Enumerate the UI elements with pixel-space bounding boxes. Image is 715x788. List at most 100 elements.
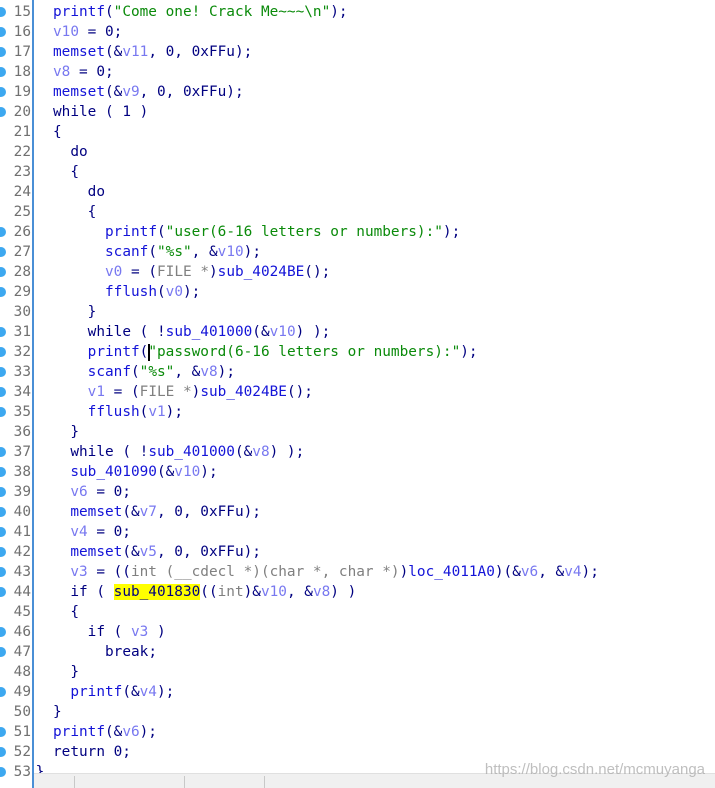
code-line[interactable]: 27 scanf("%s", &v10);: [0, 242, 715, 262]
variable[interactable]: v10: [218, 244, 244, 260]
code-line[interactable]: 23 {: [0, 162, 715, 182]
line-number: 47: [13, 644, 31, 660]
code-line[interactable]: 25 {: [0, 202, 715, 222]
code-line[interactable]: 44 if ( sub_401830((int)&v10, &v8) ): [0, 582, 715, 602]
variable[interactable]: v4: [70, 524, 87, 540]
variable[interactable]: v3: [70, 564, 87, 580]
code-line[interactable]: 47 break;: [0, 642, 715, 662]
function-name[interactable]: printf: [53, 4, 105, 20]
code-line[interactable]: 19 memset(&v9, 0, 0xFFu);: [0, 82, 715, 102]
function-name[interactable]: sub_401090: [70, 464, 157, 480]
code-line[interactable]: 31 while ( !sub_401000(&v10) );: [0, 322, 715, 342]
code-line[interactable]: 40 memset(&v7, 0, 0xFFu);: [0, 502, 715, 522]
function-name[interactable]: fflush: [105, 284, 157, 300]
function-name[interactable]: scanf: [88, 364, 131, 380]
code-text: );: [217, 364, 235, 380]
variable[interactable]: v0: [166, 284, 183, 300]
variable[interactable]: v10: [174, 464, 200, 480]
line-number: 36: [13, 424, 31, 440]
code-text: return 0;: [53, 742, 131, 762]
variable[interactable]: v10: [53, 24, 79, 40]
function-name[interactable]: printf: [70, 684, 122, 700]
code-text: ( !: [113, 444, 149, 460]
variable[interactable]: v10: [270, 324, 296, 340]
code-line[interactable]: 52 return 0;: [0, 742, 715, 762]
variable[interactable]: v8: [200, 364, 217, 380]
code-line[interactable]: 34 v1 = (FILE *)sub_4024BE();: [0, 382, 715, 402]
code-line[interactable]: 48}: [0, 662, 715, 682]
line-number: 34: [13, 384, 31, 400]
line-number: 45: [13, 604, 31, 620]
code-line[interactable]: 35 fflush(v1);: [0, 402, 715, 422]
variable[interactable]: v7: [140, 504, 157, 520]
code-line[interactable]: 17 memset(&v11, 0, 0xFFu);: [0, 42, 715, 62]
variable[interactable]: v8: [252, 444, 269, 460]
variable[interactable]: v11: [122, 44, 148, 60]
function-name[interactable]: sub_4024BE: [200, 384, 287, 400]
scrollbar-divider: [74, 776, 75, 788]
variable[interactable]: v3: [131, 624, 148, 640]
code-line[interactable]: 42 memset(&v5, 0, 0xFFu);: [0, 542, 715, 562]
keyword: while: [87, 324, 131, 340]
function-name[interactable]: loc_4011A0: [408, 564, 495, 580]
variable[interactable]: v0: [105, 264, 122, 280]
variable[interactable]: v4: [564, 564, 581, 580]
code-line[interactable]: 33 scanf("%s", &v8);: [0, 362, 715, 382]
code-line[interactable]: 18 v8 = 0;: [0, 62, 715, 82]
code-line[interactable]: 49 printf(&v4);: [0, 682, 715, 702]
code-line[interactable]: 30}: [0, 302, 715, 322]
code-line[interactable]: 26 printf("user(6-16 letters or numbers):…: [0, 222, 715, 242]
function-name[interactable]: memset: [70, 504, 122, 520]
function-name[interactable]: printf: [53, 724, 105, 740]
code-line[interactable]: 22 do: [0, 142, 715, 162]
code-line[interactable]: 15 printf("Come one! Crack Me~~~\n");: [0, 2, 715, 22]
code-line[interactable]: 50}: [0, 702, 715, 722]
variable[interactable]: v8: [313, 584, 330, 600]
code-line[interactable]: 21 {: [0, 122, 715, 142]
code-line[interactable]: 20 while ( 1 ): [0, 102, 715, 122]
code-text: {: [70, 602, 79, 622]
code-text: , 0, 0xFFu);: [148, 44, 253, 60]
function-name[interactable]: printf: [105, 224, 157, 240]
pseudocode-view[interactable]: 15 printf("Come one! Crack Me~~~\n"); 16 v1…: [0, 2, 715, 782]
code-line[interactable]: 16 v10 = 0;: [0, 22, 715, 42]
function-name[interactable]: sub_401000: [148, 444, 235, 460]
code-line[interactable]: 43 v3 = ((int (__cdecl *)(char *, char *)…: [0, 562, 715, 582]
variable[interactable]: v6: [122, 724, 139, 740]
variable[interactable]: v1: [88, 384, 105, 400]
code-line[interactable]: 39 v6 = 0;: [0, 482, 715, 502]
code-line[interactable]: 45 {: [0, 602, 715, 622]
line-number: 33: [13, 364, 31, 380]
function-name[interactable]: memset: [53, 44, 105, 60]
variable[interactable]: v8: [53, 64, 70, 80]
code-line[interactable]: 38 sub_401090(&v10);: [0, 462, 715, 482]
code-line[interactable]: 24 do: [0, 182, 715, 202]
code-text: printf(&v4);: [70, 682, 174, 702]
function-name[interactable]: sub_401000: [166, 324, 253, 340]
function-name[interactable]: sub_4024BE: [218, 264, 305, 280]
function-name[interactable]: memset: [70, 544, 122, 560]
code-line[interactable]: 37 while ( !sub_401000(&v8) );: [0, 442, 715, 462]
code-line[interactable]: 29 fflush(v0);: [0, 282, 715, 302]
function-name[interactable]: fflush: [88, 404, 140, 420]
code-line[interactable]: 36}: [0, 422, 715, 442]
function-name[interactable]: scanf: [105, 244, 148, 260]
variable[interactable]: v10: [261, 584, 287, 600]
function-name[interactable]: printf: [88, 344, 140, 360]
code-line[interactable]: 51 printf(&v6);: [0, 722, 715, 742]
variable[interactable]: v9: [122, 84, 139, 100]
variable[interactable]: v1: [148, 404, 165, 420]
line-number: 43: [13, 564, 31, 580]
variable[interactable]: v4: [140, 684, 157, 700]
code-line[interactable]: 32 printf("password(6-16 letters or numbe…: [0, 342, 715, 362]
variable[interactable]: v6: [521, 564, 538, 580]
code-line[interactable]: 41 v4 = 0;: [0, 522, 715, 542]
code-line[interactable]: 28 v0 = (FILE *)sub_4024BE();: [0, 262, 715, 282]
variable[interactable]: v6: [70, 484, 87, 500]
line-number: 41: [13, 524, 31, 540]
function-name[interactable]: memset: [53, 84, 105, 100]
code-line[interactable]: 46 if ( v3 ): [0, 622, 715, 642]
variable[interactable]: v5: [140, 544, 157, 560]
highlighted-identifier[interactable]: sub_401830: [113, 584, 201, 600]
line-number: 39: [13, 484, 31, 500]
